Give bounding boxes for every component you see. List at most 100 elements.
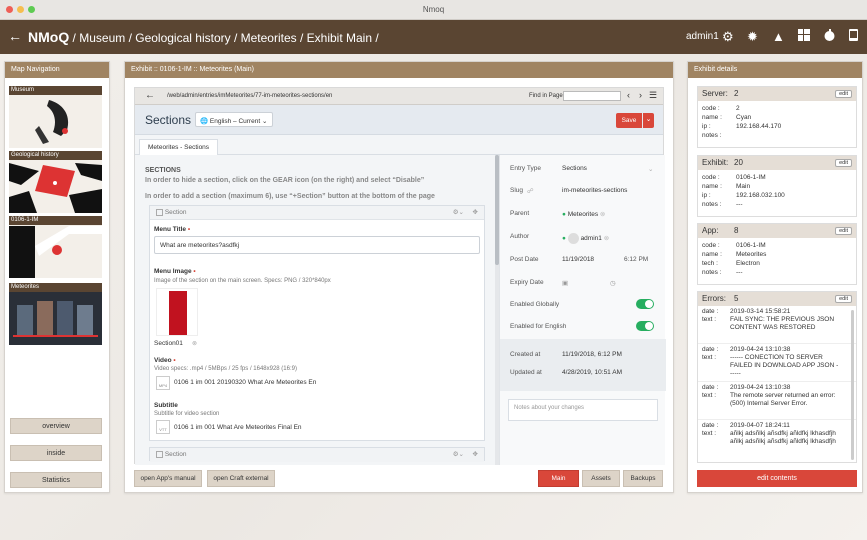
section-block-header[interactable]: Section ⚙⌄ ✥ xyxy=(150,206,484,220)
brand-logo[interactable]: NMoQ xyxy=(28,29,69,45)
section-checkbox[interactable] xyxy=(156,209,163,216)
app-row: code :0106-1-IM xyxy=(702,242,766,249)
app-card: App: 8 edit code :0106-1-IM name : Meteorit… xyxy=(697,223,857,285)
remove-image-icon[interactable]: ⊗ xyxy=(192,340,197,347)
exhibit-row: notes : --- xyxy=(702,201,743,208)
museum-map-drawing xyxy=(35,100,69,144)
section-checkbox[interactable] xyxy=(156,451,163,458)
save-button[interactable]: Save xyxy=(616,113,642,128)
menu-title-label: Menu Title • xyxy=(154,226,191,233)
meta-expiry-date[interactable]: Expiry Date ▣ ◷ xyxy=(510,279,660,287)
meta-author[interactable]: Author ● admin1 ⊗ xyxy=(510,233,660,244)
menu-title-input[interactable]: What are meteorites?asdfkj xyxy=(154,236,480,254)
section-block-header[interactable]: Section ⚙⌄ ✥ xyxy=(150,448,484,462)
info-icon: ☍ xyxy=(527,188,534,195)
meta-post-date[interactable]: Post Date 11/19/2018 6:12 PM xyxy=(510,256,660,263)
enabled-globally-toggle[interactable] xyxy=(636,299,654,309)
bug-icon[interactable]: ✹ xyxy=(747,29,758,45)
open-craft-external-button[interactable]: open Craft external xyxy=(207,470,275,487)
meta-sidebar: Entry Type Sections ⌄ Slug ☍ im-meteorites-s… xyxy=(499,155,666,465)
meteorites-screens-drawing xyxy=(13,301,98,337)
statistics-button[interactable]: Statistics xyxy=(10,472,102,488)
subtitle-file-name[interactable]: 0106 1 im 001 What Are Meteorites Final … xyxy=(174,424,302,431)
gear-icon[interactable]: ⚙ xyxy=(722,29,734,45)
app-header: App: 8 edit xyxy=(698,224,856,238)
user-name[interactable]: admin1 xyxy=(686,31,719,42)
errors-card: Errors: 5 edit date :2019-03-14 15:58:21 te… xyxy=(697,291,857,463)
breadcrumb: NMoQ / Museum / Geological history / Met… xyxy=(28,29,379,45)
menu-icon[interactable]: ☰ xyxy=(649,90,657,101)
notes-textarea[interactable]: Notes about your changes xyxy=(508,399,658,421)
server-row: code :2 xyxy=(702,105,740,112)
exhibit-card: Exhibit: 20 edit code :0106-1-IM name : Mai… xyxy=(697,155,857,217)
map-navigation-title: Map Navigation xyxy=(5,62,109,78)
content-pane: SECTIONS In order to hide a section, cli… xyxy=(135,155,499,465)
video-label: Video • xyxy=(154,357,176,364)
overview-button[interactable]: overview xyxy=(10,418,102,434)
section-block: Section ⚙⌄ ✥ Menu Title • What are meteo… xyxy=(149,205,485,441)
move-icon[interactable]: ✥ xyxy=(473,208,478,216)
edit-app-button[interactable]: edit xyxy=(835,227,852,235)
globe-icon: 🌐 xyxy=(200,118,209,125)
site-select[interactable]: 🌐 English – Current ⌄ xyxy=(195,112,273,127)
video-file-icon: MP4 xyxy=(156,376,170,390)
phone-icon[interactable] xyxy=(849,29,858,44)
save-options-icon[interactable]: ⌄ xyxy=(643,113,654,128)
move-icon[interactable]: ✥ xyxy=(473,450,478,458)
app-row: name : Meteorites xyxy=(702,251,767,258)
browser-back-icon[interactable]: ← xyxy=(145,90,155,101)
geological-map-drawing xyxy=(9,163,102,213)
meta-slug[interactable]: Slug ☍ im-meteorites-sections xyxy=(510,187,660,195)
gear-icon[interactable]: ⚙⌄ xyxy=(453,450,464,458)
warning-icon[interactable]: ▲ xyxy=(772,29,785,44)
meta-entry-type[interactable]: Entry Type Sections ⌄ xyxy=(510,165,660,173)
open-app-manual-button[interactable]: open App's manual xyxy=(134,470,202,487)
breadcrumb-path[interactable]: / Museum / Geological history / Meteorit… xyxy=(69,31,379,45)
url-text[interactable]: /web/admin/entries/imMeteorites/77-im-me… xyxy=(167,93,332,99)
edit-exhibit-button[interactable]: edit xyxy=(835,159,852,167)
map-meteorites[interactable]: Meteorites xyxy=(9,283,102,345)
inside-button[interactable]: inside xyxy=(10,445,102,461)
instruction-add: In order to add a section (maximum 6), u… xyxy=(145,193,435,200)
tab-meteorites-sections[interactable]: Meteorites - Sections xyxy=(139,139,219,155)
subtitle-file-icon: VTT xyxy=(156,420,170,434)
tab-bar: Meteorites - Sections xyxy=(135,135,663,155)
menu-image-label: Menu Image • xyxy=(154,268,196,275)
enabled-english-toggle[interactable] xyxy=(636,321,654,331)
error-item: date :2019-03-14 15:58:21 text : FAIL SYNC… xyxy=(698,306,856,344)
section-header: Sections 🌐 English – Current ⌄ Save ⌄ xyxy=(135,105,663,135)
backups-button[interactable]: Backups xyxy=(623,470,663,487)
section-block-2: Section ⚙⌄ ✥ xyxy=(149,447,485,462)
error-item: date :2019-04-24 13:10:38 text : ------ CO… xyxy=(698,344,856,382)
site-select-value: English – Current xyxy=(209,118,261,125)
edit-contents-button[interactable]: edit contents xyxy=(697,470,857,487)
exhibit-details-title: Exhibit details xyxy=(688,62,862,78)
server-card: Server: 2 edit code :2 name : Cyan ip :192.… xyxy=(697,86,857,148)
find-input[interactable] xyxy=(563,91,621,101)
map-geological-history[interactable]: Geological history xyxy=(9,151,102,213)
app-header: ← NMoQ / Museum / Geological history / M… xyxy=(0,20,867,54)
menu-image-thumbnail[interactable] xyxy=(156,288,198,336)
server-row: notes : xyxy=(702,132,722,139)
room-map-drawing xyxy=(9,226,102,278)
main-button[interactable]: Main xyxy=(538,470,579,487)
subtitle-label: Subtitle xyxy=(154,402,178,409)
video-file-name[interactable]: 0106 1 im 001 20190320 What Are Meteorit… xyxy=(174,379,316,386)
back-arrow-icon[interactable]: ← xyxy=(8,28,22,44)
edit-server-button[interactable]: edit xyxy=(835,90,852,98)
map-0106-1-im[interactable]: 0106-1-IM xyxy=(9,216,102,278)
meta-enabled-globally[interactable]: Enabled Globally xyxy=(510,299,660,309)
prev-icon[interactable]: ‹ xyxy=(627,90,630,100)
assets-button[interactable]: Assets xyxy=(582,470,620,487)
windows-icon[interactable] xyxy=(798,29,810,44)
meta-enabled-english[interactable]: Enabled for English xyxy=(510,321,660,331)
edit-errors-button[interactable]: edit xyxy=(835,295,852,303)
gear-icon[interactable]: ⚙⌄ xyxy=(453,208,464,216)
errors-scrollbar[interactable] xyxy=(851,310,854,460)
error-item: date :2019-04-07 18:24:11 text : añlkj ads… xyxy=(702,422,836,445)
meta-parent[interactable]: Parent ● Meteorites ⊗ xyxy=(510,210,660,218)
map-museum[interactable]: Museum xyxy=(9,86,102,148)
apple-icon[interactable] xyxy=(824,29,835,44)
server-row: name : Cyan xyxy=(702,114,752,121)
next-icon[interactable]: › xyxy=(639,90,642,100)
